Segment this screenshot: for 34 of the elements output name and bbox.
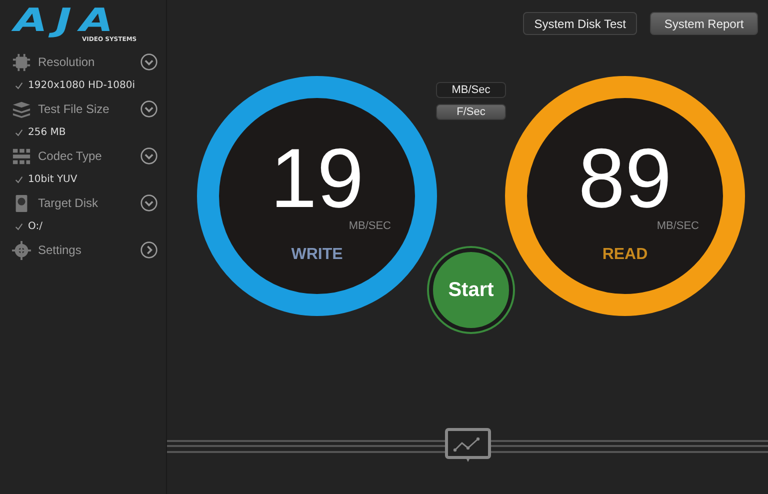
chevron-right-icon[interactable] [140, 241, 158, 259]
toolbar-button[interactable]: System Disk Test [523, 12, 637, 35]
chevron-down-icon[interactable] [140, 53, 158, 71]
gauge-label: READ [602, 246, 648, 264]
setting-value: 256 MB [28, 127, 66, 138]
setting-label: Codec Type [38, 149, 103, 163]
gauge-value: 89 [578, 136, 672, 220]
setting-label: Settings [38, 243, 82, 257]
graph-icon[interactable] [444, 428, 490, 464]
setting-label: Resolution [38, 55, 96, 69]
setting-label: Target Disk [38, 196, 100, 210]
start-button[interactable]: Start [429, 248, 513, 332]
chevron-down-icon[interactable] [140, 147, 158, 165]
setting-value: 10bit YUV [28, 174, 78, 185]
setting-value: 1920x1080 HD-1080i [28, 80, 136, 91]
gauge-value: 19 [270, 136, 364, 220]
check-icon [15, 82, 23, 90]
check-icon [15, 176, 23, 184]
gauge-unit: MB/SEC [656, 220, 699, 232]
chip-icon [12, 52, 31, 72]
gauge-unit: MB/SEC [348, 220, 391, 232]
unit-toggle[interactable]: MB/Sec [436, 82, 506, 98]
setting-value: O:/ [28, 221, 42, 232]
check-icon [15, 128, 23, 136]
grid-icon [12, 146, 31, 166]
gauge-label: WRITE [291, 246, 343, 264]
toolbar-button[interactable]: System Report [650, 12, 758, 35]
chevron-down-icon[interactable] [140, 100, 158, 118]
check-icon [15, 222, 23, 230]
unit-toggle[interactable]: F/Sec [436, 104, 506, 120]
setting-label: Test File Size [38, 102, 110, 116]
layers-icon [12, 100, 31, 118]
gear-icon [12, 240, 31, 260]
chevron-down-icon[interactable] [140, 194, 158, 212]
